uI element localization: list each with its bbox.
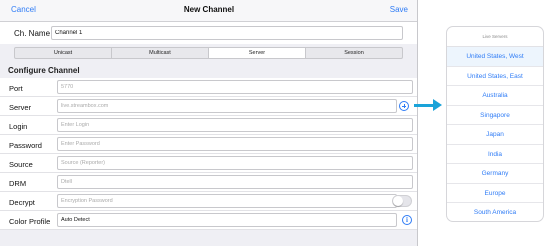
arrow-head	[433, 99, 442, 111]
password-label: Password	[9, 141, 42, 150]
login-label: Login	[9, 122, 28, 131]
channel-name-row: Ch. Name	[0, 22, 417, 44]
server-item-singapore[interactable]: Singapore	[447, 106, 543, 125]
server-list-popover: Live Servers United States, West United …	[446, 26, 544, 222]
new-channel-dialog: Cancel New Channel Save Ch. Name Unicast…	[0, 0, 418, 246]
server-input[interactable]	[57, 99, 397, 113]
password-input[interactable]	[57, 137, 413, 151]
server-item-australia[interactable]: Australia	[447, 86, 543, 106]
source-row: Source	[0, 154, 417, 173]
server-item-us-east[interactable]: United States, East	[447, 67, 543, 86]
section-title: Configure Channel	[8, 66, 80, 75]
segment-unicast[interactable]: Unicast	[15, 48, 112, 58]
dialog-title: New Channel	[183, 5, 235, 14]
segment-multicast[interactable]: Multicast	[112, 48, 209, 58]
server-item-japan[interactable]: Japan	[447, 125, 543, 145]
decrypt-input[interactable]	[57, 194, 397, 208]
server-label: Server	[9, 103, 32, 112]
server-item-germany[interactable]: Germany	[447, 164, 543, 184]
add-circle-icon[interactable]	[399, 101, 409, 111]
drm-row: DRM	[0, 173, 417, 192]
decrypt-toggle[interactable]	[392, 195, 412, 207]
drm-label: DRM	[9, 179, 27, 188]
port-row: Port	[0, 78, 417, 97]
login-input[interactable]	[57, 118, 413, 132]
nav-bar: Cancel New Channel Save	[0, 0, 417, 22]
server-item-europe[interactable]: Europe	[447, 184, 543, 203]
port-input[interactable]	[57, 80, 413, 94]
password-row: Password	[0, 135, 417, 154]
save-button[interactable]: Save	[390, 5, 408, 14]
decrypt-row: Decrypt	[0, 192, 417, 211]
channel-name-label: Ch. Name	[14, 29, 51, 38]
server-item-us-west[interactable]: United States, West	[447, 47, 543, 67]
login-row: Login	[0, 116, 417, 135]
color-profile-label: Color Profile	[9, 217, 51, 226]
decrypt-label: Decrypt	[9, 198, 35, 207]
server-row: Server	[0, 97, 417, 116]
color-profile-row: Color Profile i	[0, 211, 417, 230]
port-label: Port	[9, 84, 23, 93]
color-profile-input[interactable]	[57, 213, 397, 227]
right-arrow-icon	[414, 104, 435, 107]
info-icon[interactable]: i	[402, 215, 412, 225]
drm-input[interactable]	[57, 175, 413, 189]
source-label: Source	[9, 160, 33, 169]
mode-segmented-control: Unicast Multicast Server Session	[14, 47, 403, 59]
server-list-title: Live Servers	[447, 27, 543, 47]
server-item-india[interactable]: India	[447, 145, 543, 164]
segment-server[interactable]: Server	[209, 48, 306, 58]
channel-name-input[interactable]	[51, 26, 403, 40]
server-item-south-america[interactable]: South America	[447, 203, 543, 221]
source-input[interactable]	[57, 156, 413, 170]
segment-session[interactable]: Session	[306, 48, 402, 58]
